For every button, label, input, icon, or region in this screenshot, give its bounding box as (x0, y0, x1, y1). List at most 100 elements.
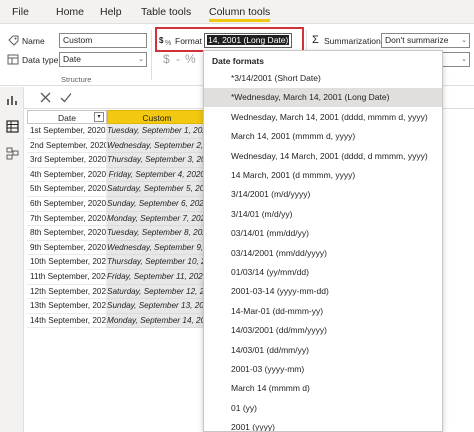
cell-custom[interactable]: Thursday, September 3, 2020 (107, 153, 207, 168)
tab-column-tools[interactable]: Column tools (209, 4, 271, 22)
cell-date[interactable]: 12th September, 2020 (27, 284, 107, 300)
cell-custom[interactable]: Wednesday, September 2, 2020 (107, 138, 207, 154)
ribbon-divider (151, 30, 152, 80)
dropdown-option[interactable]: 2001-03 (yyyy-mm) (204, 360, 442, 379)
cell-custom[interactable]: Friday, September 11, 2020 (107, 270, 207, 285)
chevron-down-icon: ⌄ (461, 56, 467, 63)
cell-date[interactable]: 11th September, 2020 (27, 270, 107, 285)
summarization-value: Don't summarize (385, 35, 449, 45)
column-header-date[interactable]: Date ▾ (27, 110, 107, 124)
table-row[interactable]: 12th September, 2020 Saturday, September … (27, 284, 207, 300)
dropdown-option[interactable]: 14/03/2001 (dd/mm/yyyy) (204, 321, 442, 340)
dropdown-option[interactable]: Wednesday, 14 March, 2001 (dddd, d mmmm,… (204, 147, 442, 166)
dropdown-option[interactable]: Wednesday, March 14, 2001 (dddd, mmmm d,… (204, 108, 442, 127)
checkmark-icon[interactable] (60, 92, 72, 103)
chevron-down-icon: ⌄ (138, 56, 144, 63)
data-type-icon (7, 54, 19, 65)
name-label: Name (22, 36, 45, 46)
dropdown-option[interactable]: 03/14/2001 (mm/dd/yyyy) (204, 244, 442, 263)
dropdown-option[interactable]: 2001 (yyyy) (204, 418, 442, 431)
table-row[interactable]: 5th September, 2020 Saturday, September 5… (27, 182, 207, 197)
cell-date[interactable]: 1st September, 2020 (27, 124, 107, 139)
cell-date[interactable]: 7th September, 2020 (27, 211, 107, 227)
tab-table-tools[interactable]: Table tools (141, 4, 191, 22)
filter-dropdown-icon[interactable]: ▾ (94, 112, 104, 122)
dropdown-option[interactable]: 14 March, 2001 (d mmmm, yyyy) (204, 166, 442, 185)
cell-custom[interactable]: Thursday, September 10, 2020 (107, 255, 207, 270)
dropdown-option[interactable]: *Wednesday, March 14, 2001 (Long Date) (204, 88, 442, 108)
cell-custom[interactable]: Saturday, September 12, 2020 (107, 284, 207, 300)
report-view-icon[interactable] (6, 93, 19, 106)
table-row[interactable]: 7th September, 2020 Monday, September 7, … (27, 211, 207, 227)
cell-date[interactable]: 14th September, 2020 (27, 313, 107, 329)
data-type-select[interactable]: Date ⌄ (59, 52, 147, 67)
format-value: 14, 2001 (Long Date) (207, 35, 290, 45)
cell-date[interactable]: 4th September, 2020 (27, 167, 107, 183)
dropdown-header: Date formats (212, 56, 264, 66)
cell-date[interactable]: 2nd September, 2020 (27, 138, 107, 154)
cell-custom[interactable]: Tuesday, September 1, 2020 (107, 124, 207, 139)
tab-home[interactable]: Home (56, 4, 84, 22)
ribbon-tabbar: File Home Help Table tools Column tools (0, 0, 474, 24)
table-row[interactable]: 6th September, 2020 Sunday, September 6, … (27, 197, 207, 212)
tag-icon (8, 35, 19, 46)
cell-custom[interactable]: Wednesday, September 9, 2020 (107, 240, 207, 256)
cell-custom[interactable]: Sunday, September 6, 2020 (107, 197, 207, 212)
chevron-down-icon: ⌄ (461, 37, 467, 44)
currency-symbol[interactable]: $ (163, 53, 170, 65)
chevron-down-icon: ⌄ (283, 37, 289, 44)
dropdown-option[interactable]: March 14, 2001 (mmmm d, yyyy) (204, 127, 442, 146)
model-view-icon[interactable] (6, 147, 19, 160)
dropdown-option[interactable]: 2001-03-14 (yyyy-mm-dd) (204, 282, 442, 301)
cell-custom[interactable]: Sunday, September 13, 2020 (107, 299, 207, 314)
dropdown-option[interactable]: 01/03/14 (yy/mm/dd) (204, 263, 442, 282)
cell-date[interactable]: 6th September, 2020 (27, 197, 107, 212)
percent-symbol[interactable]: % (185, 53, 196, 65)
dropdown-option[interactable]: 14/03/01 (dd/mm/yy) (204, 341, 442, 360)
dropdown-option[interactable]: 3/14/01 (m/d/yy) (204, 205, 442, 224)
cell-date[interactable]: 10th September, 2020 (27, 255, 107, 270)
cell-date[interactable]: 5th September, 2020 (27, 182, 107, 197)
dropdown-option[interactable]: 14-Mar-01 (dd-mmm-yy) (204, 302, 442, 321)
dropdown-option[interactable]: 03/14/01 (mm/dd/yy) (204, 224, 442, 243)
sigma-icon: Σ (312, 34, 319, 46)
cell-date[interactable]: 8th September, 2020 (27, 226, 107, 241)
summarization-label: Summarization (324, 36, 381, 46)
summarization-select[interactable]: Don't summarize ⌄ (381, 33, 470, 48)
table-row[interactable]: 10th September, 2020 Thursday, September … (27, 255, 207, 270)
column-header-custom[interactable]: Custom (107, 110, 207, 124)
cell-custom[interactable]: Saturday, September 5, 2020 (107, 182, 207, 197)
dropdown-option[interactable]: 3/14/2001 (m/d/yyyy) (204, 185, 442, 204)
cell-date[interactable]: 13th September, 2020 (27, 299, 107, 314)
table-row[interactable]: 2nd September, 2020 Wednesday, September … (27, 138, 207, 154)
table-row[interactable]: 1st September, 2020 Tuesday, September 1,… (27, 124, 207, 139)
close-icon[interactable] (40, 92, 51, 103)
dropdown-option[interactable]: 01 (yy) (204, 399, 442, 418)
format-dropdown-list[interactable]: Date formats *3/14/2001 (Short Date) *Wed… (203, 50, 443, 432)
table-row[interactable]: 3rd September, 2020 Thursday, September 3… (27, 153, 207, 168)
table-row[interactable]: 9th September, 2020 Wednesday, September … (27, 240, 207, 256)
separator-dash: - (176, 52, 180, 66)
name-input[interactable]: Custom (59, 33, 147, 48)
structure-group-label: Structure (61, 75, 92, 84)
format-select[interactable]: 14, 2001 (Long Date) ⌄ (204, 33, 292, 48)
tab-help[interactable]: Help (100, 4, 122, 22)
data-type-label: Data type (22, 55, 59, 65)
data-type-value: Date (63, 54, 81, 64)
table-row[interactable]: 14th September, 2020 Monday, September 14… (27, 313, 207, 329)
table-row[interactable]: 8th September, 2020 Tuesday, September 8,… (27, 226, 207, 241)
left-nav (0, 87, 24, 432)
table-row[interactable]: 13th September, 2020 Sunday, September 13… (27, 299, 207, 314)
cell-date[interactable]: 3rd September, 2020 (27, 153, 107, 168)
table-row[interactable]: 11th September, 2020 Friday, September 11… (27, 270, 207, 285)
tab-file[interactable]: File (12, 4, 29, 22)
cell-custom[interactable]: Monday, September 14, 2020 (107, 313, 207, 329)
cell-custom[interactable]: Monday, September 7, 2020 (107, 211, 207, 227)
dropdown-option[interactable]: March 14 (mmmm d) (204, 379, 442, 398)
data-view-icon[interactable] (6, 120, 19, 133)
cell-custom[interactable]: Friday, September 4, 2020 (107, 167, 207, 183)
table-row[interactable]: 4th September, 2020 Friday, September 4, … (27, 167, 207, 183)
cell-custom[interactable]: Tuesday, September 8, 2020 (107, 226, 207, 241)
dropdown-option[interactable]: *3/14/2001 (Short Date) (204, 69, 442, 88)
cell-date[interactable]: 9th September, 2020 (27, 240, 107, 256)
